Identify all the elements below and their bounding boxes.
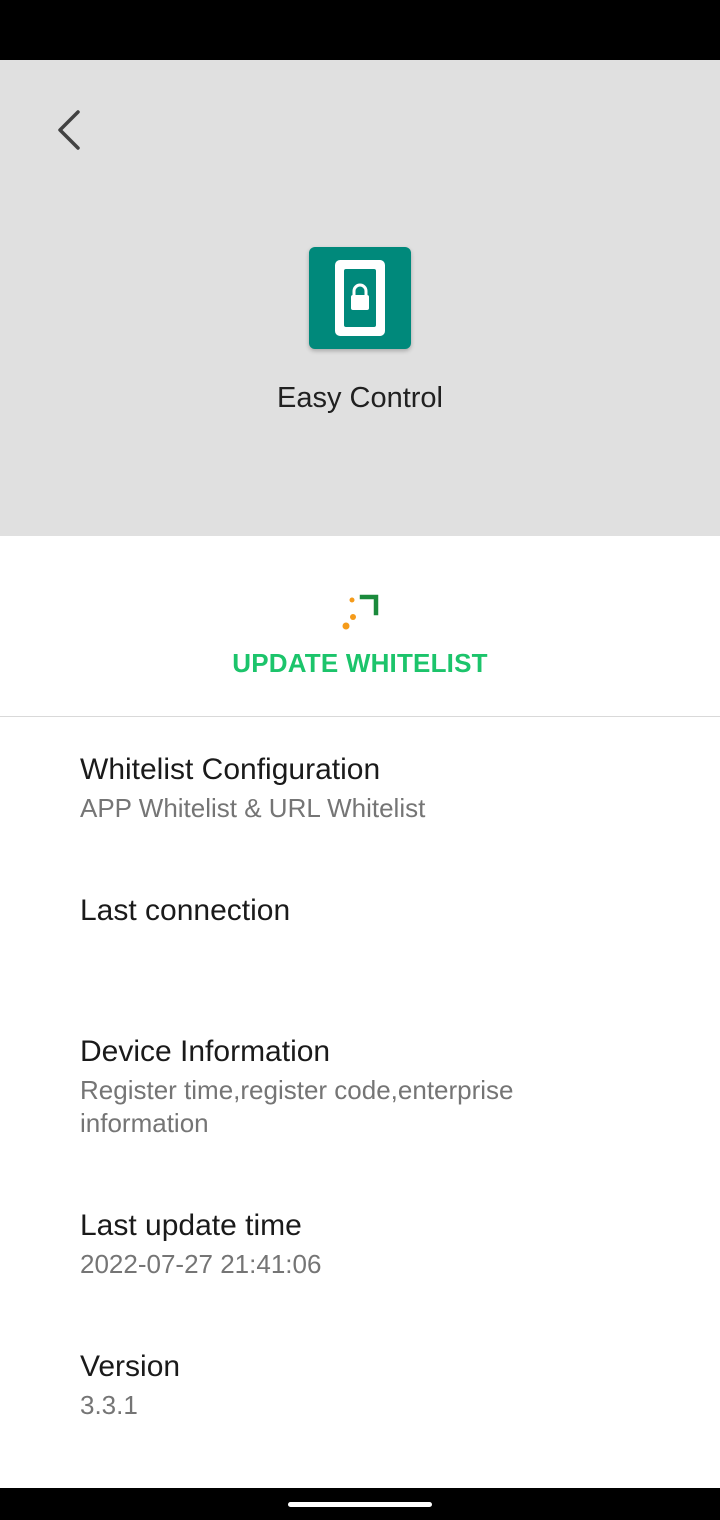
pref-title: Last connection xyxy=(80,894,291,927)
app-icon xyxy=(309,247,411,349)
chevron-left-icon xyxy=(58,110,80,150)
pref-summary: Register time,register code,enterprise i… xyxy=(80,1075,514,1138)
pref-title: Device Information xyxy=(80,1035,331,1068)
pref-whitelist-configuration[interactable]: Whitelist Configuration APP Whitelist & … xyxy=(0,752,720,825)
pref-title: Version xyxy=(80,1350,181,1383)
status-bar xyxy=(0,0,720,60)
navigation-bar xyxy=(0,1488,720,1520)
pref-title: Whitelist Configuration xyxy=(80,753,381,786)
pref-summary: 3.3.1 xyxy=(80,1390,138,1420)
phone-lock-icon xyxy=(335,260,385,336)
update-whitelist-button[interactable]: UPDATE WHITELIST xyxy=(0,536,720,716)
pref-version[interactable]: Version 3.3.1 xyxy=(0,1349,720,1422)
pref-title: Last update time xyxy=(80,1209,302,1242)
pref-device-information[interactable]: Device Information Register time,registe… xyxy=(0,1034,720,1140)
update-whitelist-label: UPDATE WHITELIST xyxy=(232,648,488,678)
app-header: Easy Control xyxy=(0,60,720,536)
pref-summary: 2022-07-27 21:41:06 xyxy=(80,1249,322,1279)
divider xyxy=(0,716,720,717)
pref-last-update-time[interactable]: Last update time 2022-07-27 21:41:06 xyxy=(0,1208,720,1281)
sync-progress-icon xyxy=(342,594,379,630)
pref-last-connection[interactable]: Last connection xyxy=(0,893,720,929)
home-gesture-handle[interactable] xyxy=(288,1502,432,1507)
back-button[interactable] xyxy=(40,100,100,160)
pref-summary: APP Whitelist & URL Whitelist xyxy=(80,793,426,823)
app-name: Easy Control xyxy=(276,382,443,414)
